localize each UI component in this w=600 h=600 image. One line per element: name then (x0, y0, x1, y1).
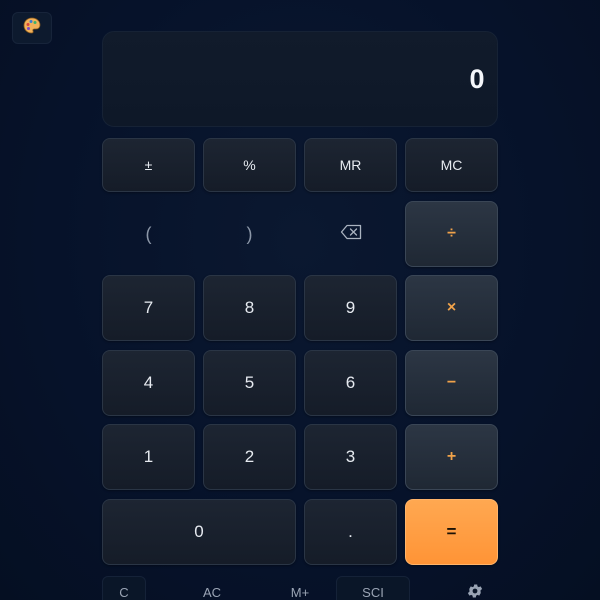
divide-button[interactable]: ÷ (405, 201, 498, 267)
digit-8-button[interactable]: 8 (203, 275, 296, 341)
minus-button[interactable]: − (405, 350, 498, 416)
multiply-button[interactable]: × (405, 275, 498, 341)
digit-3-button[interactable]: 3 (304, 424, 397, 490)
calculator-display: 0 (102, 31, 498, 127)
digit-2-button[interactable]: 2 (203, 424, 296, 490)
plus-button[interactable]: + (405, 424, 498, 490)
plus-minus-button[interactable]: ± (102, 138, 195, 192)
digit-5-button[interactable]: 5 (203, 350, 296, 416)
digit-1-button[interactable]: 1 (102, 424, 195, 490)
digit-7-button[interactable]: 7 (102, 275, 195, 341)
memory-clear-button[interactable]: MC (405, 138, 498, 192)
scientific-mode-button[interactable]: SCI (336, 576, 410, 600)
all-clear-button[interactable]: AC (186, 576, 238, 600)
percent-button[interactable]: % (203, 138, 296, 192)
backspace-button[interactable] (304, 201, 397, 267)
settings-button[interactable] (466, 582, 484, 600)
equals-button[interactable]: = (405, 499, 498, 565)
theme-button[interactable] (12, 12, 52, 44)
digit-4-button[interactable]: 4 (102, 350, 195, 416)
display-value: 0 (469, 63, 485, 94)
open-paren-button[interactable]: ( (102, 201, 195, 267)
gear-icon (466, 584, 484, 600)
digit-0-button[interactable]: 0 (102, 499, 296, 565)
memory-recall-button[interactable]: MR (304, 138, 397, 192)
palette-icon (22, 16, 42, 41)
memory-add-button[interactable]: M+ (274, 576, 326, 600)
digit-9-button[interactable]: 9 (304, 275, 397, 341)
close-paren-button[interactable]: ) (203, 201, 296, 267)
digit-6-button[interactable]: 6 (304, 350, 397, 416)
clear-button[interactable]: C (102, 576, 146, 600)
backspace-icon (340, 224, 362, 245)
decimal-button[interactable]: . (304, 499, 397, 565)
